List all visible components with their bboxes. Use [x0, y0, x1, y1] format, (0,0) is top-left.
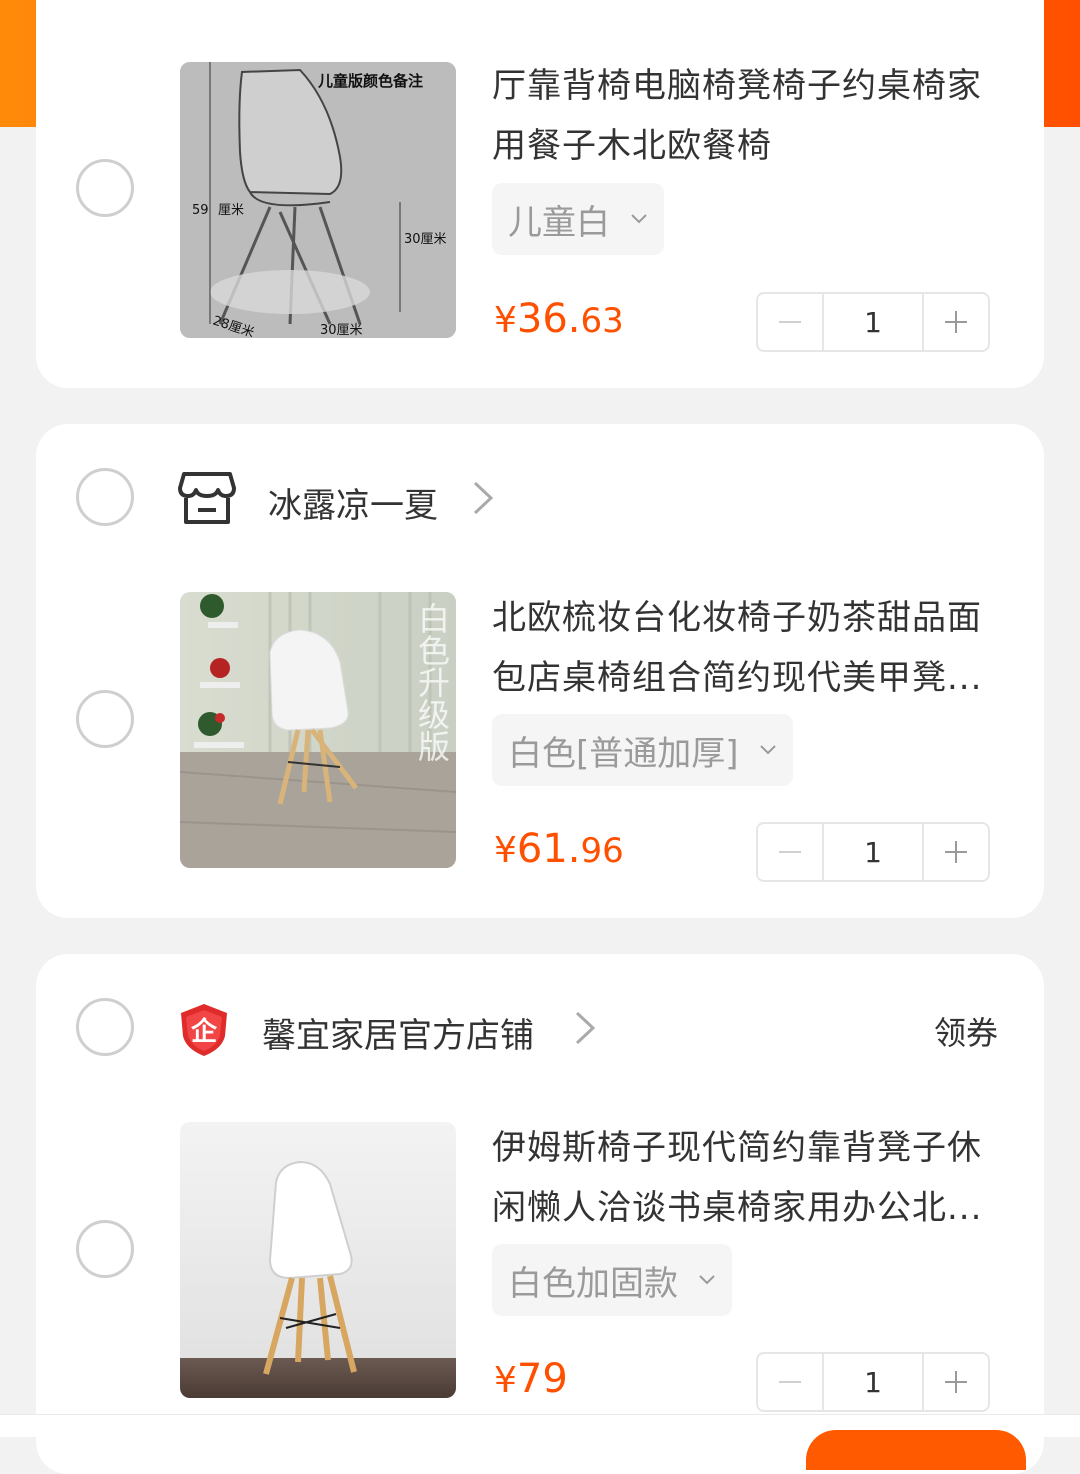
decrease-button[interactable] — [758, 294, 822, 350]
quantity-stepper: 1 — [756, 292, 990, 352]
increase-button[interactable] — [924, 294, 988, 350]
product-title[interactable]: 北欧梳妆台化妆椅子奶茶甜品面包店桌椅组合简约现代美甲凳... — [492, 588, 1012, 708]
increase-button[interactable] — [924, 824, 988, 880]
product-image[interactable]: 儿童版颜色备注 59 厘米 30厘米 28厘米 30厘米 — [180, 62, 456, 338]
cart-store-card: 冰露凉一夏 白色升级版 北欧梳妆台化妆椅子奶茶甜品面包店桌椅组合简约现代美甲凳.… — [36, 424, 1044, 918]
decrease-button[interactable] — [758, 1354, 822, 1410]
sku-label: 儿童白 — [508, 202, 610, 243]
quantity-value[interactable]: 1 — [822, 1354, 924, 1410]
coupon-link[interactable]: 领券 — [934, 1008, 998, 1054]
product-title[interactable]: 伊姆斯椅子现代简约靠背凳子休闲懒人洽谈书桌椅家用办公北... — [492, 1118, 1012, 1238]
store-select-radio[interactable] — [76, 998, 134, 1056]
plus-icon — [945, 1371, 967, 1393]
item-price: ¥36.63 — [494, 296, 624, 342]
minus-icon — [779, 321, 801, 323]
chevron-down-icon — [699, 1275, 715, 1285]
product-image[interactable]: 白色升级版 — [180, 592, 456, 868]
item-price: ¥79 — [494, 1356, 568, 1402]
store-header[interactable]: 企 馨宜家居官方店铺 领券 — [36, 954, 1044, 1104]
plus-icon — [945, 841, 967, 863]
store-select-radio[interactable] — [76, 468, 134, 526]
store-header[interactable]: 冰露凉一夏 — [36, 424, 1044, 574]
chevron-right-icon — [575, 1011, 596, 1045]
chair-diagram-image: 儿童版颜色备注 59 厘米 30厘米 28厘米 30厘米 — [180, 62, 456, 338]
chevron-right-icon — [473, 481, 494, 515]
sku-label: 白色加固款 — [508, 1263, 678, 1304]
chevron-down-icon — [631, 214, 647, 224]
increase-button[interactable] — [924, 1354, 988, 1410]
white-chair-photo — [180, 1122, 456, 1398]
svg-text:儿童版颜色备注: 儿童版颜色备注 — [317, 72, 423, 90]
svg-text:30厘米: 30厘米 — [320, 323, 363, 338]
svg-text:企: 企 — [191, 1016, 218, 1047]
store-name[interactable]: 馨宜家居官方店铺 — [262, 1008, 534, 1057]
quantity-value[interactable]: 1 — [822, 824, 924, 880]
product-title[interactable]: 厅靠背椅电脑椅凳椅子约桌椅家用餐子木北欧餐椅 — [492, 56, 1012, 176]
sku-selector[interactable]: 儿童白 — [492, 183, 664, 255]
decrease-button[interactable] — [758, 824, 822, 880]
sku-label: 白色[普通加厚] — [508, 733, 739, 774]
svg-text:厘米: 厘米 — [218, 203, 244, 218]
white-chair-photo: 白色升级版 — [180, 592, 456, 868]
svg-text:59: 59 — [192, 203, 209, 218]
quantity-stepper: 1 — [756, 1352, 990, 1412]
shop-icon — [178, 472, 236, 524]
quantity-stepper: 1 — [756, 822, 990, 882]
item-price: ¥61.96 — [494, 826, 624, 872]
cart-item-card: 儿童版颜色备注 59 厘米 30厘米 28厘米 30厘米 厅靠背椅电脑椅凳椅子约… — [36, 0, 1044, 388]
chevron-down-icon — [759, 745, 776, 755]
product-image[interactable] — [180, 1122, 456, 1398]
sku-selector[interactable]: 白色[普通加厚] — [492, 714, 793, 786]
svg-text:30厘米: 30厘米 — [404, 232, 447, 247]
item-select-radio[interactable] — [76, 159, 134, 217]
plus-icon — [945, 311, 967, 333]
minus-icon — [779, 1381, 801, 1383]
svg-text:白色升级版: 白色升级版 — [413, 602, 451, 762]
checkout-button[interactable] — [806, 1430, 1026, 1470]
item-select-radio[interactable] — [76, 1220, 134, 1278]
sku-selector[interactable]: 白色加固款 — [492, 1244, 732, 1316]
store-name[interactable]: 冰露凉一夏 — [268, 478, 438, 527]
quantity-value[interactable]: 1 — [822, 294, 924, 350]
item-select-radio[interactable] — [76, 690, 134, 748]
minus-icon — [779, 851, 801, 853]
enterprise-shield-icon: 企 — [181, 1004, 227, 1056]
cart-store-card: 企 馨宜家居官方店铺 领券 伊姆斯椅子现代简约靠背凳子休闲懒人洽谈书桌椅家用办公… — [36, 954, 1044, 1474]
